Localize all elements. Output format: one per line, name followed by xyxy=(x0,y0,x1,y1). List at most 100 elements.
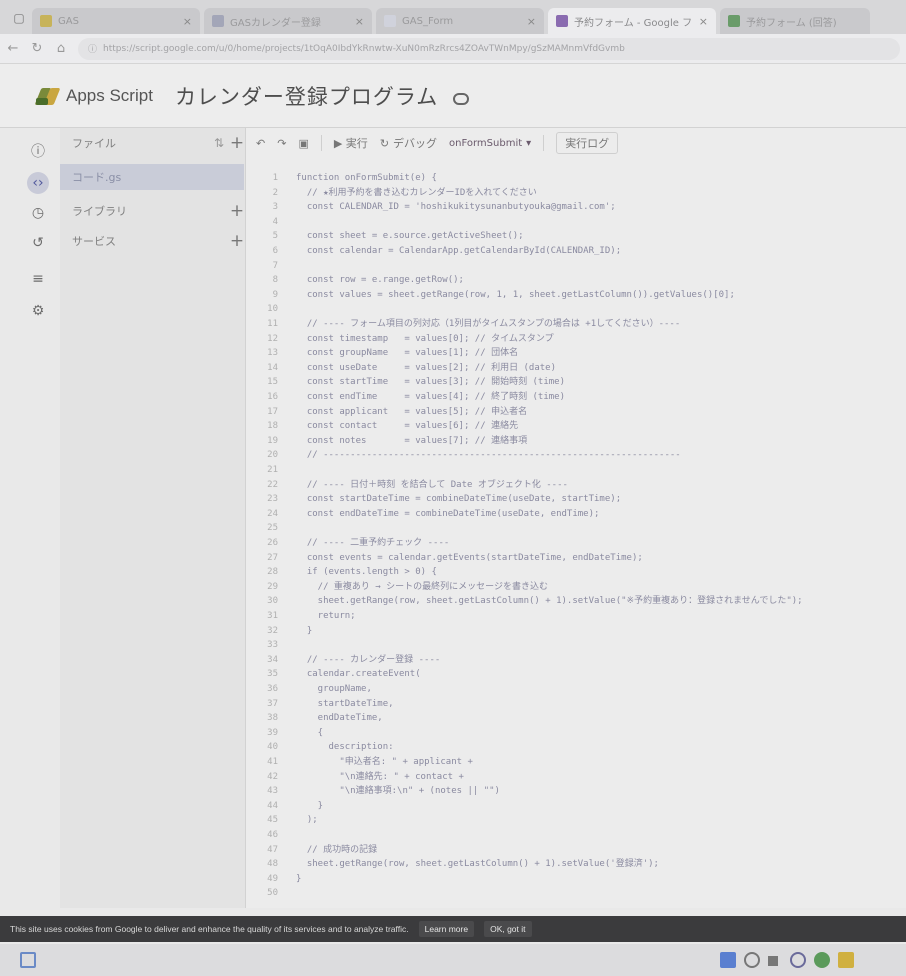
line-number: 22 xyxy=(267,479,278,490)
task-view-icon[interactable] xyxy=(768,956,778,966)
file-item-code-gs[interactable]: コード.gs xyxy=(60,164,244,190)
code-area[interactable]: 1 function onFormSubmit(e) {2 // ★利用予約を書き… xyxy=(246,172,906,908)
triggers-icon[interactable]: ◷ xyxy=(27,202,49,224)
back-icon[interactable]: ← xyxy=(6,41,20,56)
browser-tab[interactable]: 予約フォーム (回答) xyxy=(720,8,870,34)
browser-tab[interactable]: GAS_Form × xyxy=(376,8,544,34)
home-icon[interactable]: ⌂ xyxy=(54,41,68,56)
code-line: 1 function onFormSubmit(e) { xyxy=(246,172,906,184)
code-text: // ---- カレンダー登録 ---- xyxy=(296,654,441,665)
debug-label: デバッグ xyxy=(393,137,438,150)
search-icon[interactable] xyxy=(744,952,760,968)
browser-tab[interactable]: GASカレンダー登録 × xyxy=(204,8,372,34)
code-line: 37 startDateTime, xyxy=(246,698,906,710)
line-number: 39 xyxy=(267,727,278,738)
executions-icon[interactable]: ↺ xyxy=(27,232,49,254)
code-line: 11 // ---- フォーム項目の列対応（1列目がタイムスタンプの場合は +1… xyxy=(246,318,906,330)
window-menu-icon[interactable]: ▢ xyxy=(6,5,32,31)
line-number: 40 xyxy=(267,742,278,753)
code-text: // 成功時の記録 xyxy=(296,844,378,855)
folder-icon[interactable] xyxy=(838,952,854,968)
debug-button[interactable]: ↻ デバッグ xyxy=(380,135,437,151)
line-number: 23 xyxy=(267,494,278,505)
line-number: 1 xyxy=(272,173,278,183)
ok-got-it-button[interactable]: OK, got it xyxy=(484,921,532,937)
project-title[interactable]: カレンダー登録プログラム xyxy=(175,81,438,111)
code-line: 6 const calendar = CalendarApp.getCalend… xyxy=(246,245,906,257)
code-line: 36 groupName, xyxy=(246,683,906,695)
line-number: 42 xyxy=(267,771,278,782)
address-bar: ← ↻ ⌂ ⓘ https://script.google.com/u/0/ho… xyxy=(0,34,906,64)
execution-log-button[interactable]: 実行ログ xyxy=(556,132,619,154)
url-field[interactable]: ⓘ https://script.google.com/u/0/home/pro… xyxy=(78,37,900,60)
code-text: const startDateTime = combineDateTime(us… xyxy=(296,494,622,505)
site-info-icon[interactable]: ⓘ xyxy=(88,42,97,55)
learn-more-button[interactable]: Learn more xyxy=(418,921,475,937)
code-line: 41 "申込者名: " + applicant + xyxy=(246,756,906,768)
tab-favicon-icon xyxy=(212,15,224,27)
start-icon[interactable] xyxy=(20,952,36,968)
browser-tab-active[interactable]: 予約フォーム - Google フォーム × xyxy=(548,8,716,34)
toolbar-divider xyxy=(320,135,322,151)
code-text: const applicant = values[5]; // 申込者名 xyxy=(296,406,528,417)
close-icon[interactable]: × xyxy=(183,15,192,28)
line-number: 17 xyxy=(267,406,278,417)
line-number: 16 xyxy=(267,392,278,402)
function-select[interactable]: onFormSubmit ▾ xyxy=(449,138,531,149)
browser-tab[interactable]: GAS × xyxy=(32,8,200,34)
code-text: const events = calendar.getEvents(startD… xyxy=(296,552,643,563)
code-line: 20 // ----------------------------------… xyxy=(246,449,906,461)
code-text: const groupName = values[1]; // 団体名 xyxy=(296,348,519,359)
code-text: sheet.getRange(row, sheet.getLastColumn(… xyxy=(296,859,659,870)
code-line: 26 // ---- 二重予約チェック ---- xyxy=(246,537,906,549)
services-row[interactable]: サービス + xyxy=(60,228,246,254)
windows-icon[interactable] xyxy=(720,952,736,968)
redo-icon[interactable]: ↷ xyxy=(277,137,286,150)
add-service-icon[interactable]: + xyxy=(228,231,246,251)
code-line: 5 const sheet = e.source.getActiveSheet(… xyxy=(246,230,906,242)
undo-icon[interactable]: ↶ xyxy=(256,137,265,150)
close-icon[interactable]: × xyxy=(527,15,536,28)
chrome-icon[interactable] xyxy=(814,952,830,968)
run-button[interactable]: ▶ 実行 xyxy=(334,135,368,151)
line-number: 27 xyxy=(267,552,278,563)
tab-favicon-icon xyxy=(556,15,568,27)
apps-script-logo[interactable] xyxy=(34,85,61,107)
code-icon[interactable]: ‹› xyxy=(27,172,49,194)
sort-icon[interactable]: ⇅ xyxy=(210,136,228,150)
screen: ▢ GAS × GASカレンダー登録 × GAS_Form × 予約フォーム -… xyxy=(0,0,906,976)
line-number: 48 xyxy=(267,859,278,870)
url-text: https://script.google.com/u/0/home/proje… xyxy=(103,43,625,54)
settings-icon[interactable]: ⚙ xyxy=(27,300,49,322)
line-number: 32 xyxy=(267,625,278,636)
code-text: // ---- フォーム項目の列対応（1列目がタイムスタンプの場合は +1してく… xyxy=(296,319,681,329)
reload-icon[interactable]: ↻ xyxy=(30,41,44,56)
libraries-row[interactable]: ライブラリ + xyxy=(60,198,246,224)
info-icon[interactable]: ⓘ xyxy=(27,140,49,162)
add-library-icon[interactable]: + xyxy=(228,201,246,221)
line-number: 26 xyxy=(267,538,278,548)
editor-settings-icon[interactable]: ≡ xyxy=(27,268,49,290)
cloud-icon xyxy=(452,89,470,105)
product-name[interactable]: Apps Script xyxy=(66,86,153,106)
code-text: "申込者名: " + applicant + xyxy=(296,757,473,767)
code-line: 48 sheet.getRange(row, sheet.getLastColu… xyxy=(246,858,906,870)
line-number: 38 xyxy=(267,713,278,724)
code-line: 18 const contact = values[6]; // 連絡先 xyxy=(246,420,906,432)
code-text: const timestamp = values[0]; // タイムスタンプ xyxy=(296,333,554,344)
code-line: 9 const values = sheet.getRange(row, 1, … xyxy=(246,289,906,301)
code-line: 19 const notes = values[7]; // 連絡事項 xyxy=(246,435,906,447)
save-icon[interactable]: ▣ xyxy=(298,137,308,150)
toolbar-divider xyxy=(543,135,545,151)
files-label: ファイル xyxy=(72,137,116,150)
line-number: 5 xyxy=(272,231,278,242)
code-text: const startTime = values[3]; // 開始時刻 (ti… xyxy=(296,377,565,388)
line-number: 7 xyxy=(272,260,278,271)
browser-icon[interactable] xyxy=(790,952,806,968)
close-icon[interactable]: × xyxy=(355,15,364,28)
close-icon[interactable]: × xyxy=(699,15,708,28)
add-file-icon[interactable]: + xyxy=(228,133,246,153)
line-number: 3 xyxy=(272,202,278,213)
code-line: 14 const useDate = values[2]; // 利用日 (da… xyxy=(246,362,906,374)
line-number: 8 xyxy=(272,275,278,286)
